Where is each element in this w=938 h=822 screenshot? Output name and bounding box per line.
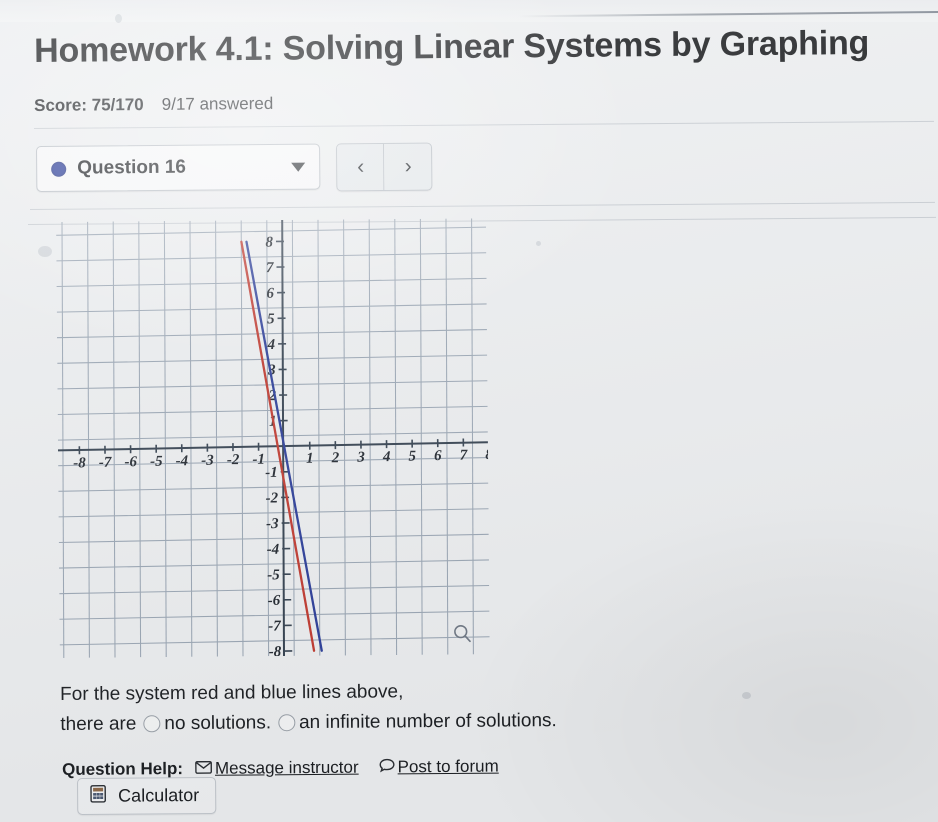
svg-text:-3: -3: [266, 516, 279, 532]
divider-top: [33, 120, 934, 129]
speech-bubble-icon: [379, 757, 395, 777]
svg-text:-5: -5: [150, 454, 163, 470]
answered-label: 9/17 answered: [161, 93, 274, 114]
svg-text:-8: -8: [269, 644, 282, 658]
svg-text:3: 3: [356, 450, 365, 466]
option-label-infinite-solutions[interactable]: an infinite number of solutions.: [299, 707, 557, 737]
question-selector-label: Question 16: [77, 156, 187, 179]
answer-options-row: there are no solutions. an infinite numb…: [60, 704, 880, 738]
svg-text:4: 4: [382, 449, 391, 465]
prompt-prefix: there are: [60, 712, 137, 735]
score-label: Score: 75/170: [34, 95, 144, 115]
svg-text:1: 1: [306, 451, 314, 467]
question-prompt: For the system red and blue lines above,…: [60, 675, 880, 739]
question-status-dot: [51, 161, 67, 177]
svg-text:-4: -4: [176, 453, 189, 469]
page-title: Homework 4.1: Solving Linear Systems by …: [34, 23, 870, 70]
question-nav-group: ‹ ›: [336, 142, 433, 192]
svg-text:-6: -6: [268, 593, 281, 609]
question-selector[interactable]: Question 16: [36, 143, 321, 192]
prev-question-button[interactable]: ‹: [337, 143, 385, 191]
message-instructor-link[interactable]: Message instructor: [215, 758, 359, 779]
svg-text:-6: -6: [124, 454, 137, 470]
svg-text:-2: -2: [266, 490, 279, 506]
svg-text:-4: -4: [267, 542, 280, 558]
radio-no-solutions[interactable]: [143, 715, 161, 733]
svg-text:-3: -3: [201, 453, 214, 469]
svg-text:8: 8: [265, 235, 273, 251]
calculator-button[interactable]: Calculator: [77, 776, 217, 815]
svg-text:6: 6: [266, 286, 274, 302]
svg-text:8: 8: [485, 447, 490, 463]
envelope-icon: [195, 759, 212, 779]
svg-text:-1: -1: [252, 452, 265, 468]
svg-text:-5: -5: [267, 567, 280, 583]
homework-page: Homework 4.1: Solving Linear Systems by …: [0, 0, 938, 822]
divider-question-top: [29, 201, 935, 210]
svg-text:-2: -2: [227, 452, 240, 468]
svg-text:7: 7: [266, 260, 274, 276]
magnifying-glass-icon[interactable]: [452, 622, 474, 644]
calculator-icon: [90, 784, 106, 808]
svg-text:7: 7: [460, 448, 468, 464]
next-question-button[interactable]: ›: [384, 143, 432, 190]
dust-speck: [38, 246, 52, 257]
graph-canvas[interactable]: -8-7-6-5-4-3-2-11234567887654321-1-2-3-4…: [56, 218, 490, 658]
question-help-row: Question Help: Message instructor Post t…: [62, 757, 505, 780]
option-label-no-solutions[interactable]: no solutions.: [164, 709, 271, 737]
svg-text:2: 2: [331, 450, 340, 466]
question-toolbar: Question 16 ‹ ›: [36, 142, 433, 194]
dust-speck: [536, 241, 541, 246]
post-to-forum-link[interactable]: Post to forum: [398, 757, 499, 778]
svg-text:-1: -1: [265, 465, 278, 481]
svg-text:6: 6: [434, 448, 442, 464]
calculator-button-label: Calculator: [118, 785, 200, 806]
svg-text:-8: -8: [73, 455, 86, 471]
radio-infinite-solutions[interactable]: [278, 713, 296, 732]
prompt-line-1: For the system red and blue lines above,: [60, 681, 404, 705]
svg-text:4: 4: [267, 337, 276, 353]
svg-text:5: 5: [408, 449, 416, 465]
svg-text:-7: -7: [268, 618, 281, 634]
screen-top-edge: [0, 0, 938, 22]
coordinate-graph[interactable]: -8-7-6-5-4-3-2-11234567887654321-1-2-3-4…: [56, 218, 490, 658]
score-row: Score: 75/170 9/17 answered: [34, 94, 273, 116]
svg-text:5: 5: [267, 311, 275, 327]
chevron-down-icon: [291, 162, 306, 172]
svg-text:-7: -7: [99, 455, 112, 471]
